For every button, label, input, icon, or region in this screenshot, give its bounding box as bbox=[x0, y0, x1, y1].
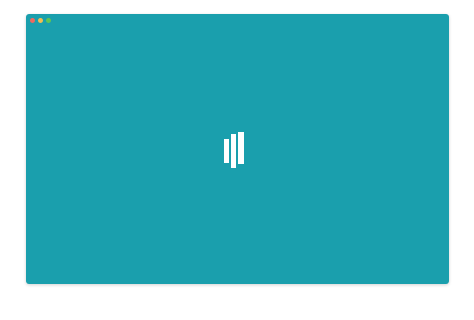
minimize-window-button[interactable] bbox=[38, 18, 43, 23]
logo-bar-middle bbox=[231, 134, 236, 168]
close-window-button[interactable] bbox=[30, 18, 35, 23]
logo-bar-left bbox=[224, 139, 229, 163]
window-controls bbox=[30, 18, 51, 23]
logo-bar-right bbox=[238, 132, 244, 164]
loading-logo-icon bbox=[224, 132, 246, 168]
app-window bbox=[26, 14, 449, 284]
maximize-window-button[interactable] bbox=[46, 18, 51, 23]
